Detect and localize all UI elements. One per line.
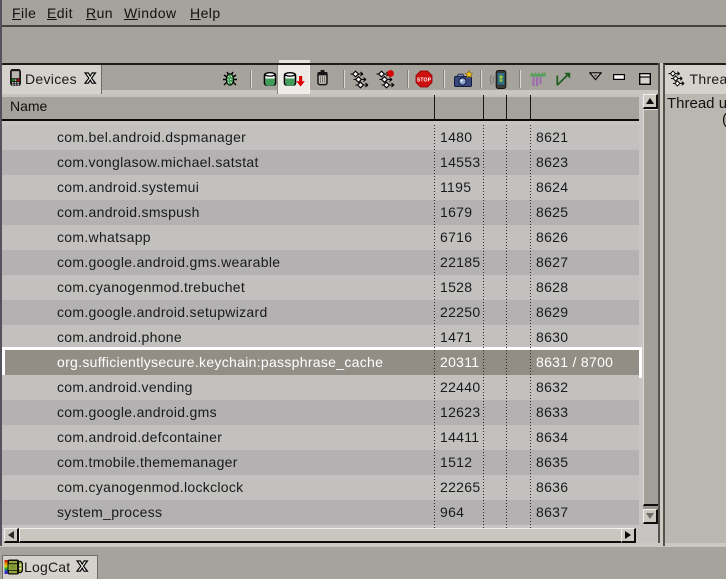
svg-text:STOP: STOP	[417, 77, 432, 83]
